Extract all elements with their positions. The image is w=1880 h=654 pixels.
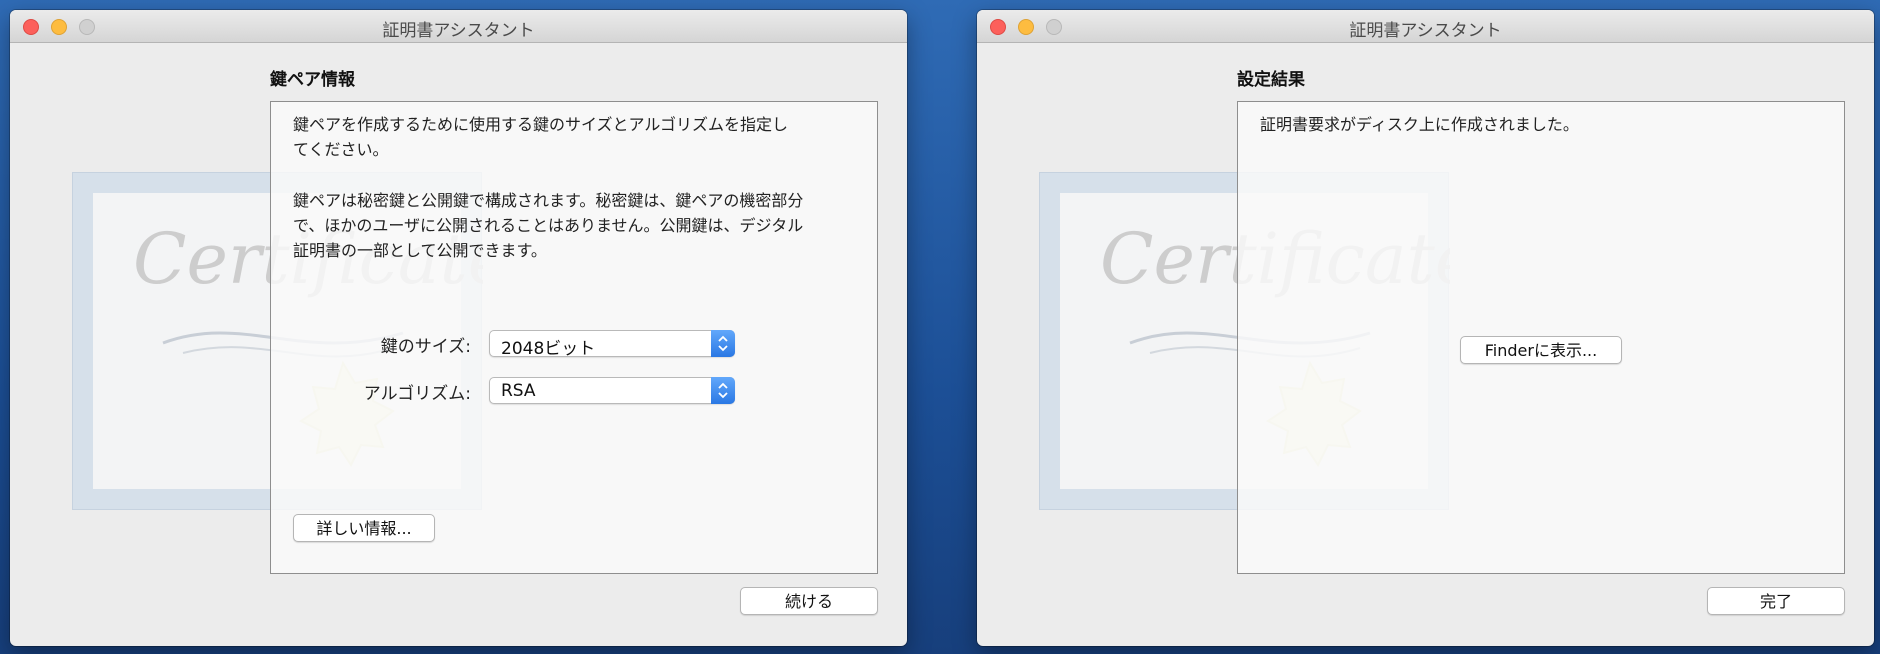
key-size-label: 鍵のサイズ: xyxy=(380,337,471,357)
more-info-button[interactable]: 詳しい情報... xyxy=(293,514,435,542)
show-in-finder-button[interactable]: Finderに表示... xyxy=(1460,336,1622,364)
title-bar[interactable]: 証明書アシスタント xyxy=(10,10,907,43)
instruction-text: 鍵ペアを作成するために使用する鍵のサイズとアルゴリズムを指定し てください。 xyxy=(293,115,789,159)
certificate-assistant-window-result: 証明書アシスタント 設定結果 Certificate 証明書要求がディスク上に作… xyxy=(977,10,1874,646)
continue-button[interactable]: 続ける xyxy=(740,587,878,615)
window-title: 証明書アシスタント xyxy=(1349,21,1502,41)
algorithm-label: アルゴリズム: xyxy=(363,384,471,404)
algorithm-value: RSA xyxy=(501,381,536,401)
popup-stepper-icon xyxy=(711,377,735,404)
key-size-value: 2048ビット xyxy=(501,339,596,359)
popup-stepper-icon xyxy=(711,330,735,357)
title-bar[interactable]: 証明書アシスタント xyxy=(977,10,1874,43)
section-heading: 設定結果 xyxy=(1237,70,1305,90)
key-size-popup[interactable]: 2048ビット xyxy=(489,330,735,359)
done-button[interactable]: 完了 xyxy=(1707,587,1845,615)
key-pair-description: 鍵ペアは秘密鍵と公開鍵で構成されます。秘密鍵は、鍵ペアの機密部分 で、ほかのユー… xyxy=(293,191,804,260)
algorithm-popup[interactable]: RSA xyxy=(489,377,735,404)
key-pair-panel: 鍵ペアを作成するために使用する鍵のサイズとアルゴリズムを指定し てください。 鍵… xyxy=(270,101,878,574)
section-heading: 鍵ペア情報 xyxy=(270,70,355,90)
certificate-assistant-window-key-pair: 証明書アシスタント 鍵ペア情報 Certificate 鍵ペアを作成するために使… xyxy=(10,10,907,646)
window-title: 証明書アシスタント xyxy=(382,21,535,41)
result-panel: 証明書要求がディスク上に作成されました。 Finderに表示... xyxy=(1237,101,1845,574)
result-message: 証明書要求がディスク上に作成されました。 xyxy=(1260,115,1579,134)
